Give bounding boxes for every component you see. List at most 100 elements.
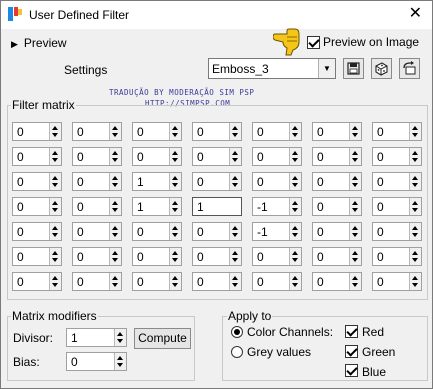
preview-toggle[interactable]: ▶ Preview bbox=[11, 36, 67, 50]
preview-on-image-checkbox[interactable] bbox=[307, 36, 320, 49]
matrix-cell[interactable]: 0 bbox=[312, 122, 362, 141]
matrix-cell[interactable]: 0 bbox=[12, 222, 62, 241]
matrix-cell[interactable]: 0 bbox=[372, 247, 422, 266]
spin-arrows-icon[interactable] bbox=[349, 173, 361, 190]
spin-arrows-icon[interactable] bbox=[229, 248, 241, 265]
spin-arrows-icon[interactable] bbox=[169, 273, 181, 290]
matrix-cell[interactable]: 0 bbox=[72, 122, 122, 141]
matrix-cell[interactable]: 0 bbox=[132, 272, 182, 291]
matrix-cell[interactable]: 0 bbox=[192, 122, 242, 141]
spin-arrows-icon[interactable] bbox=[114, 353, 126, 370]
matrix-cell[interactable]: 0 bbox=[132, 247, 182, 266]
preset-dropdown[interactable]: Emboss_3 ▼ bbox=[208, 58, 336, 79]
spin-arrows-icon[interactable] bbox=[349, 198, 361, 215]
spin-arrows-icon[interactable] bbox=[229, 173, 241, 190]
spin-arrows-icon[interactable] bbox=[109, 148, 121, 165]
spin-arrows-icon[interactable] bbox=[169, 123, 181, 140]
spin-arrows-icon[interactable] bbox=[169, 223, 181, 240]
spin-arrows-icon[interactable] bbox=[229, 148, 241, 165]
spin-arrows-icon[interactable] bbox=[109, 198, 121, 215]
matrix-cell[interactable]: 0 bbox=[372, 172, 422, 191]
spin-arrows-icon[interactable] bbox=[349, 248, 361, 265]
matrix-cell[interactable]: 0 bbox=[72, 222, 122, 241]
spin-arrows-icon[interactable] bbox=[49, 198, 61, 215]
matrix-cell[interactable]: 0 bbox=[192, 247, 242, 266]
reset-button[interactable] bbox=[399, 58, 420, 79]
matrix-cell[interactable]: 0 bbox=[72, 172, 122, 191]
bias-stepper[interactable]: 0 bbox=[66, 352, 127, 371]
matrix-cell[interactable]: 0 bbox=[372, 197, 422, 216]
spin-arrows-icon[interactable] bbox=[289, 173, 301, 190]
spin-arrows-icon[interactable] bbox=[109, 273, 121, 290]
matrix-cell[interactable]: 1 bbox=[192, 197, 242, 216]
matrix-cell[interactable]: 0 bbox=[132, 122, 182, 141]
grey-values-radio[interactable] bbox=[231, 346, 243, 358]
matrix-cell[interactable]: 0 bbox=[252, 247, 302, 266]
matrix-cell[interactable]: 1 bbox=[132, 172, 182, 191]
spin-arrows-icon[interactable] bbox=[114, 329, 126, 346]
spin-arrows-icon[interactable] bbox=[229, 123, 241, 140]
spin-arrows-icon[interactable] bbox=[109, 123, 121, 140]
spin-arrows-icon[interactable] bbox=[409, 198, 421, 215]
matrix-cell[interactable]: 0 bbox=[192, 222, 242, 241]
matrix-cell[interactable]: 0 bbox=[12, 272, 62, 291]
spin-arrows-icon[interactable] bbox=[109, 223, 121, 240]
spin-arrows-icon[interactable] bbox=[409, 223, 421, 240]
matrix-cell[interactable]: 0 bbox=[132, 222, 182, 241]
matrix-cell[interactable]: 0 bbox=[312, 197, 362, 216]
spin-arrows-icon[interactable] bbox=[409, 148, 421, 165]
matrix-cell[interactable]: 0 bbox=[72, 197, 122, 216]
spin-arrows-icon[interactable] bbox=[49, 123, 61, 140]
randomize-button[interactable] bbox=[371, 58, 392, 79]
matrix-cell[interactable]: 0 bbox=[312, 222, 362, 241]
spin-arrows-icon[interactable] bbox=[169, 248, 181, 265]
spin-arrows-icon[interactable] bbox=[289, 248, 301, 265]
divisor-stepper[interactable]: 1 bbox=[66, 328, 127, 347]
spin-arrows-icon[interactable] bbox=[49, 173, 61, 190]
matrix-cell[interactable]: 0 bbox=[132, 147, 182, 166]
matrix-cell[interactable]: 0 bbox=[192, 172, 242, 191]
spin-arrows-icon[interactable] bbox=[49, 148, 61, 165]
spin-arrows-icon[interactable] bbox=[409, 123, 421, 140]
spin-arrows-icon[interactable] bbox=[289, 198, 301, 215]
matrix-cell[interactable]: 0 bbox=[312, 272, 362, 291]
matrix-cell[interactable]: 0 bbox=[72, 147, 122, 166]
matrix-cell[interactable]: 0 bbox=[372, 122, 422, 141]
matrix-cell[interactable]: 0 bbox=[252, 272, 302, 291]
spin-arrows-icon[interactable] bbox=[229, 223, 241, 240]
spin-arrows-icon[interactable] bbox=[409, 173, 421, 190]
compute-button[interactable]: Compute bbox=[134, 328, 191, 349]
spin-arrows-icon[interactable] bbox=[229, 273, 241, 290]
matrix-cell[interactable]: 0 bbox=[312, 172, 362, 191]
spin-arrows-icon[interactable] bbox=[349, 123, 361, 140]
spin-arrows-icon[interactable] bbox=[289, 148, 301, 165]
matrix-cell[interactable]: 0 bbox=[72, 247, 122, 266]
matrix-cell[interactable]: -1 bbox=[252, 197, 302, 216]
matrix-cell[interactable]: 0 bbox=[372, 272, 422, 291]
matrix-cell[interactable]: 0 bbox=[12, 197, 62, 216]
spin-arrows-icon[interactable] bbox=[169, 148, 181, 165]
spin-arrows-icon[interactable] bbox=[409, 273, 421, 290]
spin-arrows-icon[interactable] bbox=[109, 173, 121, 190]
spin-arrows-icon[interactable] bbox=[289, 223, 301, 240]
color-channels-radio[interactable] bbox=[231, 326, 243, 338]
spin-arrows-icon[interactable] bbox=[409, 248, 421, 265]
close-icon[interactable]: ✕ bbox=[409, 5, 422, 23]
spin-arrows-icon[interactable] bbox=[169, 173, 181, 190]
matrix-cell[interactable]: 0 bbox=[192, 147, 242, 166]
matrix-cell[interactable]: 0 bbox=[12, 172, 62, 191]
matrix-cell[interactable]: -1 bbox=[252, 222, 302, 241]
red-channel-checkbox[interactable] bbox=[345, 325, 358, 338]
matrix-cell[interactable]: 0 bbox=[12, 122, 62, 141]
spin-arrows-icon[interactable] bbox=[349, 223, 361, 240]
matrix-cell[interactable]: 0 bbox=[12, 147, 62, 166]
spin-arrows-icon[interactable] bbox=[289, 123, 301, 140]
matrix-cell[interactable]: 0 bbox=[252, 122, 302, 141]
matrix-cell[interactable]: 0 bbox=[372, 222, 422, 241]
matrix-cell[interactable]: 1 bbox=[132, 197, 182, 216]
chevron-down-icon[interactable]: ▼ bbox=[318, 59, 335, 78]
matrix-cell[interactable]: 0 bbox=[252, 172, 302, 191]
matrix-cell[interactable]: 0 bbox=[372, 147, 422, 166]
matrix-cell[interactable]: 0 bbox=[312, 147, 362, 166]
spin-arrows-icon[interactable] bbox=[289, 273, 301, 290]
